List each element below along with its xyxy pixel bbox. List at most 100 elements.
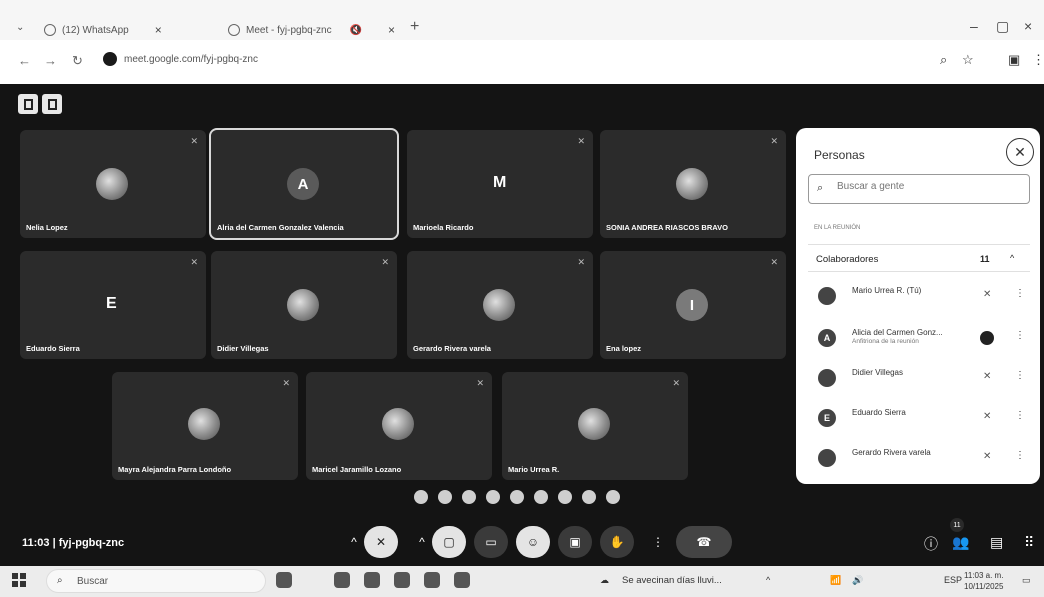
more-icon[interactable]: ⋮ <box>1015 288 1025 299</box>
chrome-app-icon[interactable] <box>454 572 470 588</box>
audio-muted-icon[interactable]: 🔇 <box>350 25 362 36</box>
wifi-icon[interactable]: 📶 <box>830 575 841 586</box>
person-row[interactable]: Mario Urrea R. (Tú) ✕ ⋮ <box>808 278 1030 316</box>
close-panel-button[interactable]: ✕ <box>1006 138 1034 166</box>
panel-layout-icon[interactable] <box>42 94 62 114</box>
sad-reaction-icon[interactable] <box>558 490 572 504</box>
photos-app-icon[interactable] <box>424 572 440 588</box>
mic-toggle-button[interactable]: ✕ <box>364 526 398 558</box>
tab-whatsapp[interactable]: (12) WhatsApp × <box>44 20 162 40</box>
more-options-icon[interactable]: ⋮ <box>650 526 666 558</box>
more-icon[interactable]: ⋮ <box>1015 450 1025 461</box>
mic-options-chevron-icon[interactable]: ^ <box>346 526 362 558</box>
maximize-button[interactable]: ▢ <box>996 18 1009 35</box>
notifications-icon[interactable]: ▭ <box>1022 575 1031 586</box>
volume-icon[interactable]: 🔊 <box>852 575 863 586</box>
weather-icon[interactable]: ☁ <box>600 575 609 586</box>
file-explorer-icon[interactable] <box>364 572 380 588</box>
reactions-button[interactable]: ☺ <box>516 526 550 558</box>
surprised-reaction-icon[interactable] <box>534 490 548 504</box>
reload-icon[interactable]: ↻ <box>72 53 83 69</box>
section-label: EN LA REUNIÓN <box>814 225 861 231</box>
raise-hand-button[interactable]: ✋ <box>600 526 634 558</box>
chevron-up-icon[interactable]: ^ <box>1010 253 1014 263</box>
participant-name: Ena lopez <box>606 344 642 353</box>
people-search[interactable]: ⌕ <box>808 174 1030 204</box>
participant-name: Maricel Jaramillo Lozano <box>312 465 402 474</box>
leave-call-button[interactable]: ☎ <box>676 526 732 558</box>
store-app-icon[interactable] <box>394 572 410 588</box>
person-row[interactable]: Gerardo Rivera varela ✕ ⋮ <box>808 440 1030 478</box>
back-arrow-icon[interactable]: ← <box>18 53 31 68</box>
participant-tile[interactable]: ✕ Gerardo Rivera varela <box>407 251 593 359</box>
panel-title: Personas <box>814 148 865 162</box>
participant-tile[interactable]: ✕ M Marioela Ricardo <box>407 130 593 238</box>
browser-app-icon[interactable] <box>334 572 350 588</box>
tab-search-chevron-icon[interactable]: ⌄ <box>16 22 24 33</box>
avatar <box>818 449 836 467</box>
camera-toggle-button[interactable]: ▢ <box>432 526 466 558</box>
minimize-button[interactable]: – <box>970 18 978 34</box>
close-window-button[interactable]: × <box>1024 18 1032 34</box>
avatar <box>382 408 414 440</box>
thumbs-up-reaction-icon[interactable] <box>438 490 452 504</box>
bookmark-star-icon[interactable]: ☆ <box>962 52 974 68</box>
task-view-icon[interactable] <box>276 572 292 588</box>
more-icon[interactable]: ⋮ <box>1015 370 1025 381</box>
weather-text[interactable]: Se avecinan días lluvi... <box>622 575 722 586</box>
collaborators-group[interactable]: Colaboradores 11 ^ <box>808 244 1030 272</box>
more-icon[interactable]: ⋮ <box>1015 410 1025 421</box>
heart-reaction-icon[interactable] <box>414 490 428 504</box>
mic-off-icon: ✕ <box>672 378 680 388</box>
mic-off-icon: ✕ <box>983 411 992 422</box>
mic-off-icon: ✕ <box>983 289 992 300</box>
chat-icon[interactable]: ▤ <box>990 534 1003 551</box>
forward-arrow-icon[interactable]: → <box>44 53 57 68</box>
url-field[interactable]: meet.google.com/fyj-pgbq-znc <box>124 54 258 65</box>
people-search-input[interactable] <box>837 181 1017 192</box>
party-reaction-icon[interactable] <box>462 490 476 504</box>
person-row[interactable]: A Alicia del Carmen Gonz... Anfitriona d… <box>808 320 1030 358</box>
tab-meet[interactable]: Meet - fyj-pgbq-znc 🔇 × <box>228 20 395 40</box>
meeting-code: fyj-pgbq-znc <box>58 537 125 549</box>
present-screen-button[interactable]: ▣ <box>558 526 592 558</box>
thinking-reaction-icon[interactable] <box>582 490 596 504</box>
tab-close-icon[interactable]: × <box>388 23 395 37</box>
participant-tile[interactable]: ✕ SONIA ANDREA RIASCOS BRAVO <box>600 130 786 238</box>
tray-chevron-icon[interactable]: ^ <box>766 575 770 585</box>
camera-options-chevron-icon[interactable]: ^ <box>414 526 430 558</box>
participant-tile-active[interactable]: A Alria del Carmen Gonzalez Valencia <box>209 128 399 240</box>
person-row[interactable]: E Eduardo Sierra ✕ ⋮ <box>808 400 1030 438</box>
participant-tile[interactable]: ✕ E Eduardo Sierra <box>20 251 206 359</box>
language-indicator[interactable]: ESP <box>944 575 962 585</box>
mic-off-icon: ✕ <box>577 257 585 267</box>
participant-name: Marioela Ricardo <box>413 223 474 232</box>
participant-name: Nelia Lopez <box>26 223 68 232</box>
taskbar-clock[interactable]: 11:03 a. m. 10/11/2025 <box>964 570 1003 592</box>
participant-tile[interactable]: ✕ Didier Villegas <box>211 251 397 359</box>
meeting-details-icon[interactable]: ⓘ <box>924 534 938 554</box>
mic-off-icon: ✕ <box>381 257 389 267</box>
menu-kebab-icon[interactable]: ⋮ <box>1032 52 1044 68</box>
more-icon[interactable]: ⋮ <box>1015 330 1025 341</box>
captions-button[interactable]: ▭ <box>474 526 508 558</box>
extensions-icon[interactable]: ▣ <box>1008 52 1020 68</box>
activities-icon[interactable]: ⠿ <box>1024 534 1034 551</box>
site-info-icon[interactable] <box>103 52 117 66</box>
camera-off-icon[interactable] <box>18 94 38 114</box>
participant-tile[interactable]: ✕ Mayra Alejandra Parra Londoño <box>112 372 298 480</box>
windows-start-icon[interactable] <box>12 573 26 587</box>
laugh-reaction-icon[interactable] <box>510 490 524 504</box>
clap-reaction-icon[interactable] <box>486 490 500 504</box>
tab-close-icon[interactable]: × <box>155 23 162 37</box>
participant-tile[interactable]: ✕ Mario Urrea R. <box>502 372 688 480</box>
new-tab-button[interactable]: + <box>410 18 419 36</box>
search-icon[interactable]: ⌕ <box>940 52 947 68</box>
participant-tile[interactable]: ✕ Nelia Lopez <box>20 130 206 238</box>
thumbs-down-reaction-icon[interactable] <box>606 490 620 504</box>
person-row[interactable]: Didier Villegas ✕ ⋮ <box>808 360 1030 398</box>
people-icon[interactable]: 👥 <box>952 534 969 551</box>
taskbar-search[interactable]: ⌕ Buscar <box>46 569 266 593</box>
participant-tile[interactable]: ✕ I Ena lopez <box>600 251 786 359</box>
participant-tile[interactable]: ✕ Maricel Jaramillo Lozano <box>306 372 492 480</box>
